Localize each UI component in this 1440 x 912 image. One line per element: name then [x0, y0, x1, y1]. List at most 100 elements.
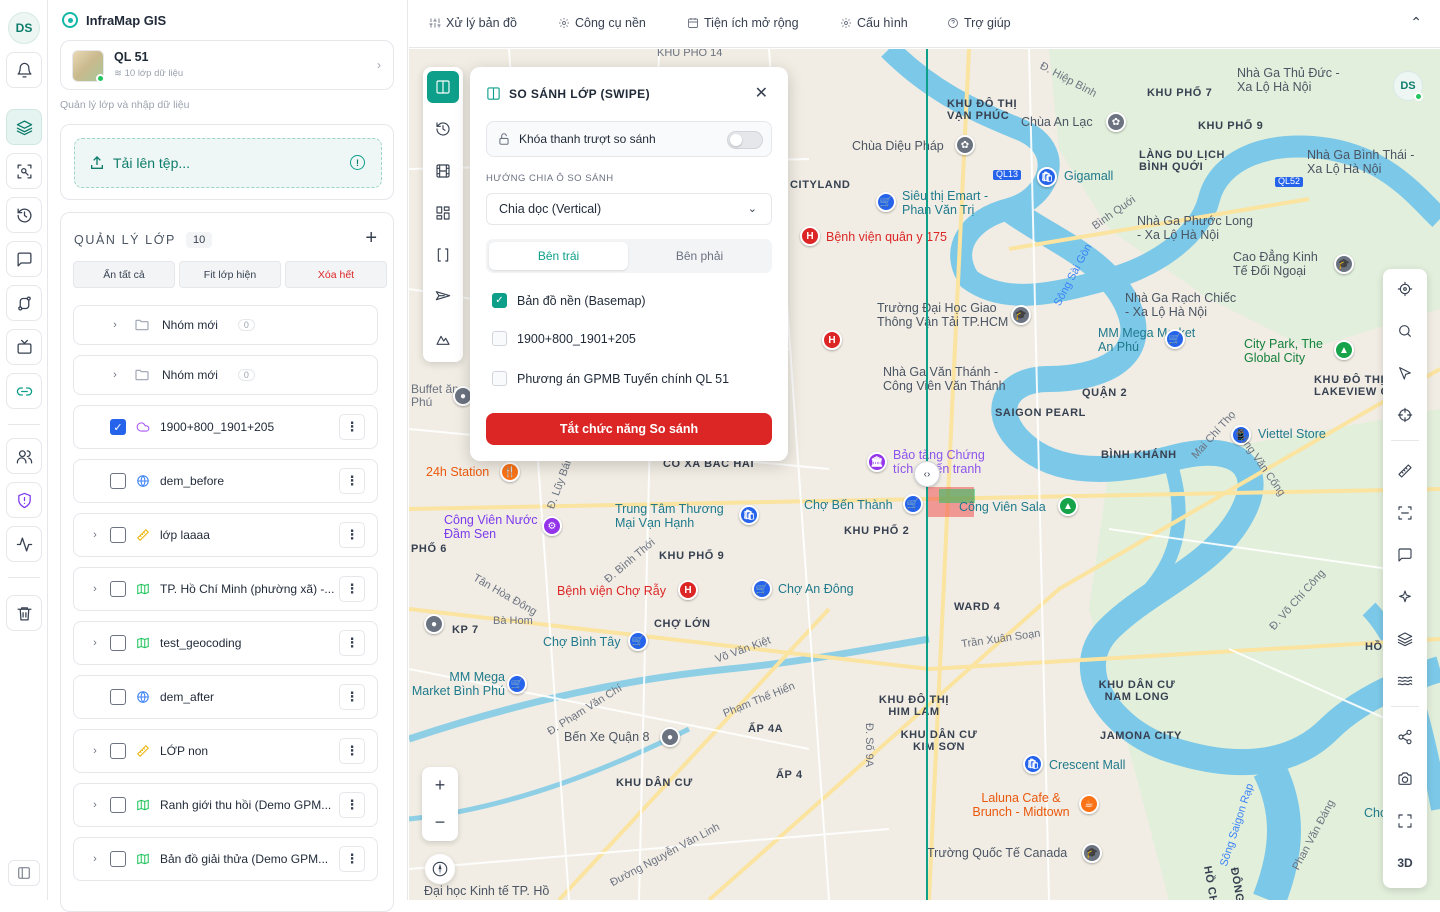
add-layer-button[interactable]: +: [365, 227, 377, 250]
layer-visibility-checkbox[interactable]: [110, 581, 126, 597]
collapse-panel-button[interactable]: [8, 860, 40, 886]
hide-all-button[interactable]: Ẩn tất cả: [73, 261, 175, 288]
hospital-marker-icon[interactable]: H: [822, 330, 842, 350]
clear-all-button[interactable]: Xóa hết: [285, 261, 387, 288]
layer-visibility-checkbox[interactable]: [110, 851, 126, 867]
school-marker-icon[interactable]: 🎓: [1082, 843, 1102, 863]
chevron-right-icon[interactable]: ›: [88, 637, 102, 649]
history-tool-button[interactable]: [427, 113, 459, 145]
share-button[interactable]: [1390, 722, 1420, 752]
bus-station-marker-icon[interactable]: ●: [660, 727, 680, 747]
compare-layer-option[interactable]: 1900+800_1901+205: [492, 331, 636, 346]
disable-compare-button[interactable]: Tắt chức năng So sánh: [486, 413, 772, 445]
security-button[interactable]: [6, 482, 42, 518]
screenshot-button[interactable]: [1390, 764, 1420, 794]
3d-toggle-button[interactable]: 3D: [1390, 848, 1420, 878]
layers-nav-button[interactable]: [6, 109, 42, 145]
chevron-right-icon[interactable]: ›: [88, 745, 102, 757]
info-icon[interactable]: !: [350, 155, 365, 170]
hospital-marker-icon[interactable]: H: [678, 580, 698, 600]
activity-button[interactable]: [6, 526, 42, 562]
users-button[interactable]: [6, 438, 42, 474]
hospital-marker-icon[interactable]: H: [800, 226, 820, 246]
measure-button[interactable]: [1390, 456, 1420, 486]
lock-toggle[interactable]: [727, 131, 763, 149]
compare-layer-option[interactable]: ✓ Bản đồ nền (Basemap): [492, 293, 646, 308]
chevron-right-icon[interactable]: ›: [88, 853, 102, 865]
layer-row[interactable]: › LỚP non ⋮: [73, 729, 378, 773]
layer-menu-button[interactable]: ⋮: [339, 630, 365, 656]
user-avatar[interactable]: DS: [8, 12, 40, 44]
compare-layer-checkbox[interactable]: [492, 371, 507, 386]
scan-search-button[interactable]: [6, 153, 42, 189]
lock-slider-row[interactable]: Khóa thanh trượt so sánh: [486, 121, 772, 157]
chevron-right-icon[interactable]: ›: [88, 583, 102, 595]
tv-button[interactable]: [6, 329, 42, 365]
compass-button[interactable]: [425, 854, 455, 884]
tab-left-side[interactable]: Bên trái: [489, 242, 628, 270]
layer-row[interactable]: › TP. Hồ Chí Minh (phường xã) -... ⋮: [73, 567, 378, 611]
notification-bell-button[interactable]: [6, 52, 42, 88]
park-marker-icon[interactable]: ▲: [1334, 340, 1354, 360]
select-button[interactable]: [1390, 358, 1420, 388]
cafe-marker-icon[interactable]: ☕: [1079, 794, 1099, 814]
annotate-button[interactable]: [1390, 540, 1420, 570]
layer-menu-button[interactable]: ⋮: [339, 522, 365, 548]
layer-menu-button[interactable]: ⋮: [339, 792, 365, 818]
compare-layer-checkbox[interactable]: ✓: [492, 293, 507, 308]
shopping-marker-icon[interactable]: 🛍: [1023, 754, 1043, 774]
menu-help[interactable]: Trợ giúp: [947, 16, 1011, 30]
layer-visibility-checkbox[interactable]: [110, 473, 126, 489]
locate-button[interactable]: [1390, 274, 1420, 304]
layer-menu-button[interactable]: ⋮: [339, 576, 365, 602]
area-select-button[interactable]: [1390, 498, 1420, 528]
history-button[interactable]: [6, 197, 42, 233]
location-marker-icon[interactable]: ●: [424, 614, 444, 634]
school-marker-icon[interactable]: 🎓: [1011, 305, 1031, 325]
shopping-marker-icon[interactable]: 🛍: [739, 505, 759, 525]
layer-menu-button[interactable]: ⋮: [339, 414, 365, 440]
layer-row[interactable]: › lớp laaaa ⋮: [73, 513, 378, 557]
chevron-right-icon[interactable]: ›: [88, 529, 102, 541]
link-button[interactable]: [6, 373, 42, 409]
layer-visibility-checkbox[interactable]: [110, 743, 126, 759]
restaurant-marker-icon[interactable]: 🍴: [500, 462, 520, 482]
compare-layer-option[interactable]: Phương án GPMB Tuyến chính QL 51: [492, 371, 729, 386]
shopping-marker-icon[interactable]: 🛍: [1037, 167, 1057, 187]
layer-visibility-checkbox[interactable]: [110, 797, 126, 813]
cart-marker-icon[interactable]: 🛒: [903, 494, 923, 514]
chevron-up-icon[interactable]: ⌃: [1410, 14, 1422, 31]
menu-extensions[interactable]: Tiện ích mở rộng: [687, 16, 799, 30]
pagoda-marker-icon[interactable]: ✿: [1106, 112, 1126, 132]
museum-marker-icon[interactable]: 🏛: [867, 452, 887, 472]
layer-menu-button[interactable]: ⋮: [339, 846, 365, 872]
layer-visibility-checkbox[interactable]: ✓: [110, 419, 126, 435]
cart-marker-icon[interactable]: 🛒: [507, 674, 527, 694]
flythrough-tool-button[interactable]: [427, 281, 459, 313]
fit-layers-button[interactable]: Fit lớp hiện: [179, 261, 281, 288]
chevron-right-icon[interactable]: ›: [108, 369, 122, 381]
ai-tools-button[interactable]: [1390, 582, 1420, 612]
comments-button[interactable]: [6, 241, 42, 277]
dashboard-tool-button[interactable]: [427, 197, 459, 229]
terrain-tool-button[interactable]: [427, 323, 459, 355]
menu-settings[interactable]: Cấu hình: [840, 16, 908, 30]
cart-marker-icon[interactable]: 🛒: [752, 579, 772, 599]
direction-select[interactable]: Chia dọc (Vertical) ⌄: [486, 193, 772, 225]
film-tool-button[interactable]: [427, 155, 459, 187]
map-user-avatar[interactable]: DS: [1393, 71, 1423, 101]
menu-base-tools[interactable]: Công cụ nền: [558, 16, 646, 30]
cart-marker-icon[interactable]: 🛒: [876, 192, 896, 212]
swipe-handle-icon[interactable]: ‹›: [914, 461, 940, 487]
identify-button[interactable]: [1390, 400, 1420, 430]
search-button[interactable]: [1390, 316, 1420, 346]
park-marker-icon[interactable]: ▲: [1058, 496, 1078, 516]
group-row[interactable]: › Nhóm mới 0: [73, 305, 378, 345]
waves-button[interactable]: [1390, 666, 1420, 696]
pagoda-marker-icon[interactable]: ✿: [955, 135, 975, 155]
layer-visibility-checkbox[interactable]: [110, 635, 126, 651]
menu-map-processing[interactable]: Xử lý bản đồ: [429, 16, 517, 30]
map-canvas[interactable]: KHU PHỐ 14 Nhà Ga Thủ Đức - Xa Lộ Hà Nội…: [409, 49, 1440, 900]
school-marker-icon[interactable]: 🎓: [1334, 254, 1354, 274]
layer-row[interactable]: › Ranh giới thu hồi (Demo GPM... ⋮: [73, 783, 378, 827]
